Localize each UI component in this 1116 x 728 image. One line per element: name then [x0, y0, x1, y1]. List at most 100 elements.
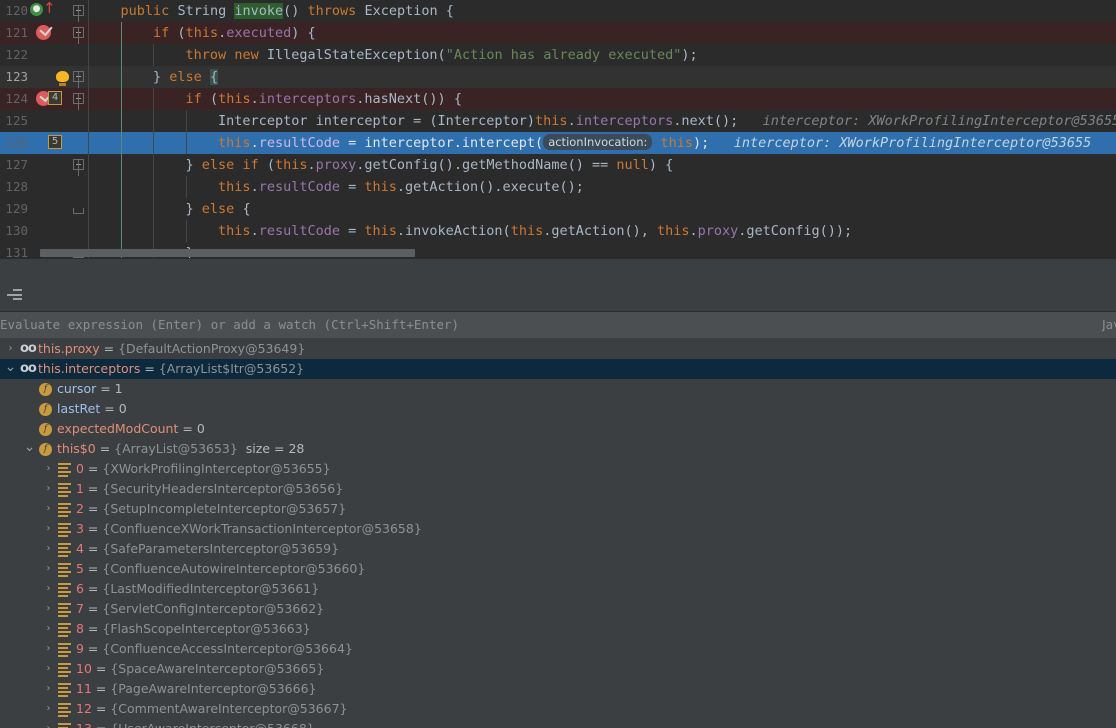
editor-gutter[interactable]: 125: [0, 110, 68, 132]
fold-column[interactable]: [70, 154, 86, 176]
fold-end-icon[interactable]: [73, 208, 84, 214]
tree-expand-arrow-closed[interactable]: ›: [42, 699, 55, 719]
code-line[interactable]: 126 5 this.resultCode = interceptor.inter…: [0, 132, 1116, 154]
tree-expand-arrow-closed[interactable]: ›: [42, 579, 55, 599]
code-line[interactable]: 128 this.resultCode = this.getAction().e…: [0, 176, 1116, 198]
tree-expand-arrow-closed[interactable]: ›: [42, 639, 55, 659]
frame-badge[interactable]: 5: [48, 135, 62, 149]
variable-text: 5 = {ConfluenceAutowireInterceptor@53660…: [76, 559, 365, 579]
code-token: throw: [185, 47, 227, 63]
code-line[interactable]: 127 } else if (this.proxy.getConfig().ge…: [0, 154, 1116, 176]
code-line[interactable]: 125 Interceptor interceptor = (Intercept…: [0, 110, 1116, 132]
code-line[interactable]: 121 if (this.executed) {: [0, 22, 1116, 44]
variable-row[interactable]: › 13 = {UserAwareInterceptor@53668}: [0, 719, 1116, 728]
editor-horizontal-scrollbar[interactable]: [0, 248, 1116, 258]
tree-expand-arrow-closed[interactable]: ›: [4, 339, 17, 359]
variable-row[interactable]: ⌄ oo this.interceptors = {ArrayList$Itr@53…: [0, 359, 1116, 379]
tree-expand-arrow-closed[interactable]: ›: [42, 559, 55, 579]
variable-row[interactable]: › 9 = {ConfluenceAccessInterceptor@53664}: [0, 639, 1116, 659]
editor-gutter[interactable]: 130: [0, 220, 68, 242]
tree-expand-arrow-closed[interactable]: ›: [42, 619, 55, 639]
fold-column[interactable]: [70, 22, 86, 44]
variable-row[interactable]: › 2 = {SetupIncompleteInterceptor@53657}: [0, 499, 1116, 519]
variable-row[interactable]: › 0 = {XWorkProfilingInterceptor@53655}: [0, 459, 1116, 479]
tree-expand-arrow-closed[interactable]: ›: [42, 599, 55, 619]
field-icon: f: [39, 403, 52, 416]
editor-gutter[interactable]: 123: [0, 66, 69, 88]
breakpoint-icon[interactable]: [36, 25, 51, 40]
code-line[interactable]: 124 4 if (this.interceptors.hasNext()) {: [0, 88, 1116, 110]
variable-row[interactable]: f expectedModCount = 0: [0, 419, 1116, 439]
fold-column[interactable]: [70, 198, 86, 220]
code-token: String: [177, 3, 227, 19]
variable-row[interactable]: › 5 = {ConfluenceAutowireInterceptor@5366…: [0, 559, 1116, 579]
code-text: if (this.interceptors.hasNext()) {: [88, 88, 462, 110]
override-method-icon[interactable]: ●: [30, 3, 43, 16]
variable-row[interactable]: › 1 = {SecurityHeadersInterceptor@53656}: [0, 479, 1116, 499]
tree-expand-arrow-open[interactable]: ⌄: [23, 440, 36, 460]
code-lines-container[interactable]: 120 ● ↑ public String invoke() throws Exce…: [0, 0, 1116, 258]
variable-row[interactable]: f cursor = 1: [0, 379, 1116, 399]
tree-expand-arrow-closed[interactable]: ›: [42, 659, 55, 679]
pane-divider[interactable]: [0, 258, 1116, 280]
fold-column[interactable]: [70, 176, 86, 198]
tree-expand-arrow-closed[interactable]: ›: [42, 719, 55, 728]
editor-gutter[interactable]: 127: [0, 154, 68, 176]
variable-row[interactable]: f lastRet = 0: [0, 399, 1116, 419]
code-token: .hasNext()) {: [356, 91, 462, 107]
fold-column[interactable]: [70, 132, 86, 154]
fold-column[interactable]: [70, 220, 86, 242]
inline-debugger-hint: interceptor: XWorkProfilingInterceptor@5…: [738, 113, 1116, 129]
editor-gutter[interactable]: 122: [0, 44, 68, 66]
code-token: .: [250, 91, 259, 107]
override-arrow-icon[interactable]: ↑: [43, 1, 56, 16]
variable-name: 12: [76, 701, 92, 716]
evaluate-expression-input[interactable]: [0, 312, 1050, 338]
fold-column[interactable]: [70, 0, 86, 22]
fold-column[interactable]: [70, 88, 86, 110]
code-line[interactable]: 122 throw new IllegalStateException("Act…: [0, 44, 1116, 66]
variable-row[interactable]: › oo this.proxy = {DefaultActionProxy@5364…: [0, 339, 1116, 359]
variable-row[interactable]: › 4 = {SafeParametersInterceptor@53659}: [0, 539, 1116, 559]
code-editor-pane[interactable]: 120 ● ↑ public String invoke() throws Exce…: [0, 0, 1116, 258]
editor-gutter[interactable]: 120 ● ↑: [0, 0, 68, 22]
code-line[interactable]: 120 ● ↑ public String invoke() throws Exce…: [0, 0, 1116, 22]
code-text: } else {: [88, 66, 219, 88]
tree-expand-arrow-closed[interactable]: ›: [42, 539, 55, 559]
code-line[interactable]: 123 } else {: [0, 66, 1116, 88]
tree-expand-arrow-closed[interactable]: ›: [42, 679, 55, 699]
code-line[interactable]: 129 } else {: [0, 198, 1116, 220]
fold-column[interactable]: [70, 44, 86, 66]
evaluate-expression-bar[interactable]: Java: [0, 312, 1116, 338]
editor-gutter[interactable]: 124 4: [0, 88, 68, 110]
tree-expand-arrow-closed[interactable]: ›: [42, 519, 55, 539]
code-token: proxy: [697, 223, 739, 239]
code-line[interactable]: 130 this.resultCode = this.invokeAction(…: [0, 220, 1116, 242]
variable-row[interactable]: › 3 = {ConfluenceXWorkTransactionIntercep…: [0, 519, 1116, 539]
fold-column[interactable]: [70, 66, 86, 88]
variables-tree[interactable]: › oo this.proxy = {DefaultActionProxy@5364…: [0, 339, 1116, 728]
tree-expand-arrow-closed[interactable]: ›: [42, 479, 55, 499]
tree-expand-arrow-closed[interactable]: ›: [42, 499, 55, 519]
watches-list-icon[interactable]: [7, 289, 22, 302]
tree-expand-arrow-open[interactable]: ⌄: [4, 360, 17, 380]
editor-gutter[interactable]: 126 5: [0, 132, 68, 154]
fold-column[interactable]: [70, 110, 86, 132]
code-token: ) {: [291, 25, 316, 41]
variable-text: expectedModCount = 0: [57, 419, 205, 439]
frame-badge[interactable]: 4: [48, 91, 62, 105]
variable-row[interactable]: › 7 = {ServletConfigInterceptor@53662}: [0, 599, 1116, 619]
intention-bulb-icon[interactable]: [56, 71, 69, 86]
editor-gutter[interactable]: 121: [0, 22, 68, 44]
tree-expand-arrow-closed[interactable]: ›: [42, 459, 55, 479]
variable-row[interactable]: ⌄ f this$0 = {ArrayList@53653} size = 28: [0, 439, 1116, 459]
variable-row[interactable]: › 12 = {CommentAwareInterceptor@53667}: [0, 699, 1116, 719]
variable-row[interactable]: › 8 = {FlashScopeInterceptor@53663}: [0, 619, 1116, 639]
editor-gutter[interactable]: 128: [0, 176, 68, 198]
code-token: =: [339, 223, 365, 239]
scrollbar-thumb[interactable]: [40, 249, 415, 257]
variable-row[interactable]: › 6 = {LastModifiedInterceptor@53661}: [0, 579, 1116, 599]
editor-gutter[interactable]: 129: [0, 198, 68, 220]
variable-row[interactable]: › 10 = {SpaceAwareInterceptor@53665}: [0, 659, 1116, 679]
variable-row[interactable]: › 11 = {PageAwareInterceptor@53666}: [0, 679, 1116, 699]
